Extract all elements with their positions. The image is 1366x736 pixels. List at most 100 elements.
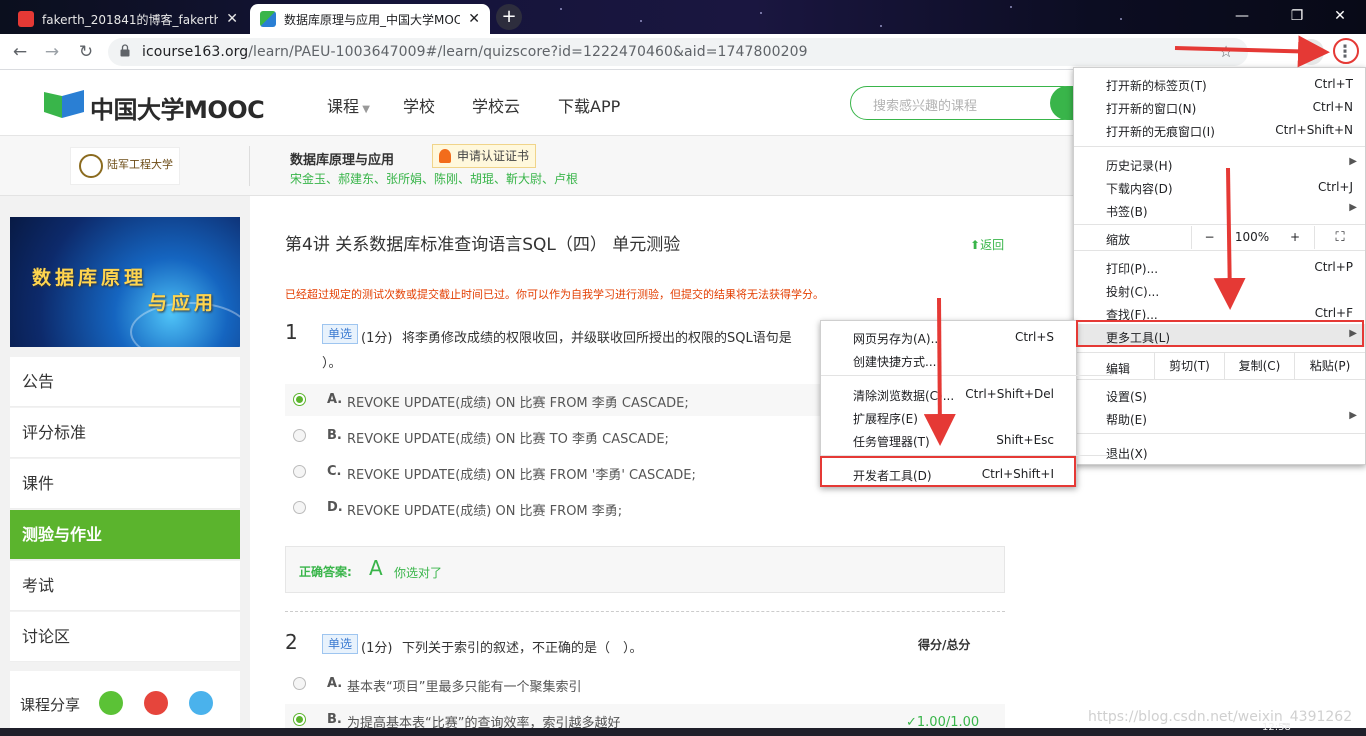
- zoom-in-button[interactable]: +: [1277, 226, 1313, 249]
- maximize-icon[interactable]: ❐: [1283, 5, 1311, 27]
- close-tab-icon[interactable]: ✕: [226, 11, 238, 27]
- os-taskbar: 12:58: [0, 722, 1366, 736]
- question-number: 1: [285, 320, 298, 344]
- menu-item-incognito[interactable]: 打开新的无痕窗口(I) Ctrl+Shift+N: [1074, 118, 1365, 141]
- menu-item-downloads[interactable]: 下载内容(D) Ctrl+J: [1074, 175, 1365, 198]
- deadline-warning: 已经超过规定的测试次数或提交截止时间已过。你可以作为自我学习进行测验，但提交的结…: [285, 288, 824, 301]
- close-tab-icon[interactable]: ✕: [468, 11, 480, 27]
- teacher-list[interactable]: 宋金玉、郝建东、张所娟、陈刚、胡琨、靳大尉、卢根: [290, 170, 578, 187]
- option-d[interactable]: D. REVOKE UPDATE(成绩) ON 比赛 FROM 李勇;: [285, 492, 1005, 524]
- menu-item-new-window[interactable]: 打开新的窗口(N) Ctrl+N: [1074, 95, 1365, 118]
- back-arrow-icon[interactable]: ←: [8, 40, 32, 64]
- profile-avatar[interactable]: [1298, 39, 1324, 65]
- menu-item-exit[interactable]: 退出(X): [1074, 440, 1365, 463]
- menu-label: 打印(P)...: [1106, 262, 1159, 276]
- annotation-box-dev-tools: [820, 456, 1076, 487]
- certificate-label: 申请认证证书: [457, 149, 530, 163]
- question-text: 将李勇修改成绩的权限收回，并级联收回所授出的权限的SQL语句是: [402, 331, 792, 346]
- nav-courses[interactable]: 课程 ▼: [327, 93, 370, 117]
- menu-item-create-shortcut[interactable]: 创建快捷方式...: [821, 348, 1076, 371]
- cut-button[interactable]: 剪切(T): [1154, 353, 1224, 379]
- banner-title-line1: 数据库原理: [32, 267, 148, 289]
- menu-item-settings[interactable]: 设置(S): [1074, 383, 1365, 406]
- watermark: https://blog.csdn.net/weixin_4391262: [1088, 709, 1353, 725]
- menu-label: 扩展程序(E): [853, 412, 918, 426]
- radio-icon[interactable]: [293, 429, 306, 442]
- tab-title: fakerth_201841的博客_fakerth: [42, 12, 219, 27]
- school-logo-text: 陆军工程大学: [107, 158, 173, 171]
- menu-shortcut: Ctrl+Shift+Del: [965, 387, 1054, 401]
- sidebar-item-exams[interactable]: 考试: [10, 561, 240, 611]
- back-link[interactable]: ⬆返回: [970, 236, 1004, 253]
- menu-item-new-tab[interactable]: 打开新的标签页(T) Ctrl+T: [1074, 72, 1365, 95]
- question-number: 2: [285, 630, 298, 654]
- menu-separator: [1074, 224, 1365, 225]
- mooc-logo-icon[interactable]: [44, 88, 84, 118]
- minimize-icon[interactable]: —: [1228, 5, 1256, 27]
- radio-selected-icon[interactable]: [293, 713, 306, 726]
- tab-blog[interactable]: fakerth_201841的博客_fakerth ✕: [8, 4, 248, 34]
- sidebar-item-discussion[interactable]: 讨论区: [10, 612, 240, 662]
- menu-item-save-page[interactable]: 网页另存为(A)... Ctrl+S: [821, 325, 1076, 348]
- school-logo[interactable]: 陆军工程大学: [70, 147, 180, 185]
- annotation-circle: [1333, 38, 1359, 64]
- menu-separator: [1074, 146, 1365, 147]
- course-name[interactable]: 数据库原理与应用: [290, 149, 394, 168]
- background-star: [880, 25, 882, 27]
- weibo-icon[interactable]: [144, 691, 168, 715]
- paste-button[interactable]: 粘贴(P): [1294, 353, 1365, 379]
- menu-label: 网页另存为(A)...: [853, 332, 943, 346]
- nav-school-cloud[interactable]: 学校云: [472, 93, 520, 117]
- nav-schools[interactable]: 学校: [403, 93, 435, 117]
- menu-item-bookmarks[interactable]: 书签(B) ▶: [1074, 198, 1365, 221]
- radio-icon[interactable]: [293, 501, 306, 514]
- address-bar[interactable]: icourse163.org/learn/PAEU-1003647009#/le…: [108, 38, 1248, 66]
- apply-certificate-button[interactable]: 申请认证证书: [432, 144, 537, 168]
- reload-icon[interactable]: ↻: [74, 40, 98, 64]
- question-text: 下列关于索引的叙述，不正确的是（ ）。: [402, 641, 643, 656]
- nav-download-app[interactable]: 下载APP: [558, 93, 620, 117]
- menu-item-history[interactable]: 历史记录(H) ▶: [1074, 152, 1365, 175]
- background-star: [760, 12, 762, 14]
- option-a[interactable]: A. 基本表“项目”里最多只能有一个聚集索引: [285, 668, 1005, 700]
- menu-item-extensions[interactable]: 扩展程序(E): [821, 405, 1076, 428]
- menu-label: 清除浏览数据(C)...: [853, 389, 955, 403]
- menu-label: 退出(X): [1106, 447, 1148, 461]
- new-tab-button[interactable]: +: [496, 4, 522, 30]
- background-star: [640, 20, 642, 22]
- certificate-badge-icon: [439, 149, 451, 163]
- tab-mooc[interactable]: 数据库原理与应用_中国大学MOOC ✕: [250, 4, 490, 34]
- sidebar-item-grading[interactable]: 评分标准: [10, 408, 240, 458]
- site-logo-text[interactable]: 中国大学MOOC: [90, 90, 265, 125]
- menu-item-help[interactable]: 帮助(E) ▶: [1074, 406, 1365, 429]
- menu-item-print[interactable]: 打印(P)... Ctrl+P: [1074, 255, 1365, 278]
- radio-icon[interactable]: [293, 677, 306, 690]
- tab-strip: fakerth_201841的博客_fakerth ✕ 数据库原理与应用_中国大…: [0, 0, 1366, 34]
- submenu-arrow-icon: ▶: [1349, 202, 1357, 213]
- option-text: REVOKE UPDATE(成绩) ON 比赛 FROM 李勇 CASCADE;: [347, 396, 689, 411]
- bookmark-star-icon[interactable]: ☆: [1214, 40, 1238, 64]
- radio-icon[interactable]: [293, 465, 306, 478]
- copy-button[interactable]: 复制(C): [1224, 353, 1294, 379]
- radio-selected-icon[interactable]: [293, 393, 306, 406]
- forward-arrow-icon[interactable]: →: [40, 40, 64, 64]
- menu-item-task-manager[interactable]: 任务管理器(T) Shift+Esc: [821, 428, 1076, 451]
- zoom-level: 100%: [1234, 230, 1270, 244]
- fullscreen-icon[interactable]: ⛶: [1314, 226, 1365, 249]
- menu-item-cast[interactable]: 投射(C)...: [1074, 278, 1365, 301]
- close-window-icon[interactable]: ✕: [1326, 5, 1354, 27]
- wechat-icon[interactable]: [99, 691, 123, 715]
- menu-item-clear-browsing-data[interactable]: 清除浏览数据(C)... Ctrl+Shift+Del: [821, 382, 1076, 405]
- menu-label: 历史记录(H): [1106, 159, 1173, 173]
- sidebar-item-quizzes[interactable]: 测验与作业: [10, 510, 240, 560]
- qq-icon[interactable]: [189, 691, 213, 715]
- background-star: [1010, 6, 1012, 8]
- menu-shortcut: Shift+Esc: [996, 433, 1054, 447]
- sidebar-item-courseware[interactable]: 课件: [10, 459, 240, 509]
- search-input[interactable]: 搜索感兴趣的课程: [850, 86, 1080, 120]
- option-letter: D.: [327, 500, 343, 515]
- zoom-out-button[interactable]: −: [1191, 226, 1227, 249]
- sidebar-item-announcements[interactable]: 公告: [10, 357, 240, 407]
- menu-separator: [821, 375, 1112, 376]
- course-share: 课程分享: [10, 671, 240, 733]
